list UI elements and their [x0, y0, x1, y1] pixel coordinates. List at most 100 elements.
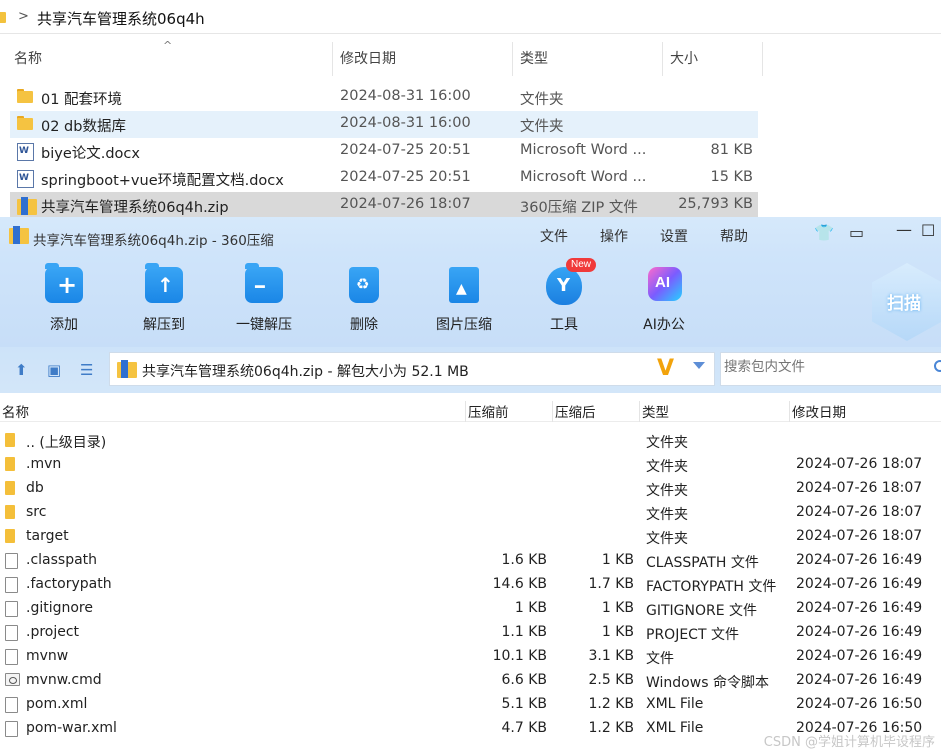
folder-icon	[17, 89, 33, 103]
explorer-row[interactable]: springboot+vue环境配置文档.docx 2024-07-25 20:…	[10, 165, 758, 192]
search-input[interactable]	[724, 359, 924, 375]
list-item[interactable]: .gitignore 1 KB 1 KB GITIGNORE 文件 2024-07-26…	[0, 597, 941, 621]
list-item[interactable]: .factorypath 14.6 KB 1.7 KB FACTORYPATH 文件 2…	[0, 573, 941, 597]
up-arrow-icon[interactable]: ⬆	[15, 361, 28, 379]
row-type: Microsoft Word ...	[520, 142, 647, 158]
list-item[interactable]: .classpath 1.6 KB 1 KB CLASSPATH 文件 2024-07-…	[0, 549, 941, 573]
list-item[interactable]: db 文件夹 2024-07-26 18:07	[0, 477, 941, 501]
column-date-label: 修改日期	[792, 405, 846, 421]
menu-file[interactable]: 文件	[540, 226, 568, 246]
folder-icon	[5, 481, 19, 495]
navigation-bar: ⬆ ▣ ☰ 共享汽车管理系统06q4h.zip - 解包大小为 52.1 MB …	[0, 347, 941, 393]
item-type: GITIGNORE 文件	[646, 603, 758, 619]
v-logo-icon[interactable]: V	[657, 356, 674, 381]
column-type[interactable]: 类型	[514, 42, 663, 76]
thumbnail-view-icon[interactable]: ▣	[47, 361, 61, 379]
explorer-row[interactable]: 共享汽车管理系统06q4h.zip 2024-07-26 18:07 360压缩…	[10, 192, 758, 219]
add-button[interactable]: + 添加	[16, 253, 112, 347]
address-path[interactable]: 共享汽车管理系统06q4h	[37, 8, 205, 29]
search-icon[interactable]	[934, 360, 941, 372]
add-folder-icon: +	[45, 263, 83, 303]
item-type: XML File	[646, 720, 704, 736]
word-doc-icon	[17, 170, 34, 188]
menu-action[interactable]: 操作	[600, 226, 628, 246]
row-type: 360压缩 ZIP 文件	[520, 200, 638, 216]
search-box[interactable]	[720, 352, 941, 386]
row-size: 81 KB	[710, 142, 753, 158]
item-type: CLASSPATH 文件	[646, 555, 759, 571]
column-type[interactable]: 类型	[640, 401, 790, 422]
tools-button[interactable]: Y 工具	[516, 253, 612, 347]
item-size-after: 1.2 KB	[588, 696, 635, 712]
chevron-right-icon[interactable]: >	[18, 9, 29, 24]
zip-icon	[117, 360, 137, 378]
column-name[interactable]: 名称	[8, 42, 333, 76]
list-item[interactable]: pom.xml 5.1 KB 1.2 KB XML File 2024-07-26 16…	[0, 693, 941, 717]
window-title: 共享汽车管理系统06q4h.zip - 360压缩	[33, 233, 274, 249]
address-bar[interactable]: > 共享汽车管理系统06q4h	[0, 4, 941, 34]
ai-icon: AI	[648, 267, 682, 301]
folder-icon	[5, 529, 19, 543]
explorer-row[interactable]: 01 配套环境 2024-08-31 16:00 文件夹	[10, 84, 758, 111]
folder-icon	[5, 457, 19, 471]
list-item[interactable]: target 文件夹 2024-07-26 18:07	[0, 525, 941, 549]
archive-path-box[interactable]: 共享汽车管理系统06q4h.zip - 解包大小为 52.1 MB V	[109, 352, 715, 386]
column-date[interactable]: 修改日期	[790, 401, 941, 422]
column-compressed-before[interactable]: 压缩前	[466, 401, 553, 422]
list-item[interactable]: mvnw 10.1 KB 3.1 KB 文件 2024-07-26 16:49	[0, 645, 941, 669]
dropdown-arrow-icon[interactable]	[693, 362, 705, 369]
column-name[interactable]: 名称	[0, 401, 466, 422]
menu-help[interactable]: 帮助	[720, 226, 748, 246]
list-item[interactable]: .project 1.1 KB 1 KB PROJECT 文件 2024-07-26 1…	[0, 621, 941, 645]
item-date: 2024-07-26 16:49	[796, 552, 923, 568]
scan-label: 扫描	[887, 294, 921, 314]
feedback-icon[interactable]: ▭	[849, 223, 864, 242]
item-size-before: 1.6 KB	[501, 552, 548, 568]
item-type: XML File	[646, 696, 704, 712]
file-icon	[5, 721, 18, 737]
zip-icon	[17, 197, 37, 215]
file-explorer: > 共享汽车管理系统06q4h ^ 名称 修改日期 类型 大小 01 配套环境 …	[0, 0, 941, 219]
explorer-row[interactable]: biye论文.docx 2024-07-25 20:51 Microsoft W…	[10, 138, 758, 165]
row-name: 02 db数据库	[41, 119, 126, 135]
one-click-extract-button[interactable]: ━ 一键解压	[216, 253, 312, 347]
row-type: 文件夹	[520, 92, 564, 108]
watermark: CSDN @学姐计算机毕设程序	[763, 735, 935, 750]
list-item[interactable]: mvnw.cmd 6.6 KB 2.5 KB Windows 命令脚本 2024-07-…	[0, 669, 941, 693]
minimize-icon[interactable]: —	[896, 220, 912, 239]
list-view-icon[interactable]: ☰	[80, 361, 93, 379]
list-item[interactable]: src 文件夹 2024-07-26 18:07	[0, 501, 941, 525]
skin-icon[interactable]: 👕	[814, 223, 834, 242]
scan-button[interactable]: 扫描	[872, 263, 941, 341]
ai-office-button[interactable]: AI AI办公	[616, 253, 712, 347]
column-date[interactable]: 修改日期	[334, 42, 513, 76]
row-type: Microsoft Word ...	[520, 169, 647, 185]
list-item[interactable]: .mvn 文件夹 2024-07-26 18:07	[0, 453, 941, 477]
item-size-after: 3.1 KB	[588, 648, 635, 664]
item-size-before: 1.1 KB	[501, 624, 548, 640]
item-size-before: 1 KB	[514, 600, 547, 616]
delete-button[interactable]: ♻ 删除	[316, 253, 412, 347]
column-size[interactable]: 大小	[664, 42, 763, 76]
item-name: .gitignore	[26, 600, 93, 616]
tools-label: 工具	[550, 317, 578, 333]
column-after-label: 压缩后	[555, 405, 596, 421]
explorer-row[interactable]: 02 db数据库 2024-08-31 16:00 文件夹	[10, 111, 758, 138]
maximize-icon[interactable]: ☐	[921, 221, 935, 240]
row-name: 共享汽车管理系统06q4h.zip	[41, 200, 229, 216]
item-size-after: 1.2 KB	[588, 720, 635, 736]
item-name: mvnw.cmd	[26, 672, 102, 688]
column-compressed-after[interactable]: 压缩后	[553, 401, 640, 422]
extract-folder-icon: ↑	[145, 263, 183, 303]
list-item[interactable]: .. (上级目录) 文件夹	[0, 429, 941, 453]
item-type: 文件夹	[646, 459, 688, 475]
row-date: 2024-07-25 20:51	[340, 142, 471, 158]
one-click-extract-label: 一键解压	[236, 317, 292, 333]
menu-settings[interactable]: 设置	[660, 226, 688, 246]
file-icon	[5, 601, 18, 617]
item-size-after: 1 KB	[601, 600, 634, 616]
folder-icon	[0, 12, 6, 23]
file-icon	[5, 649, 18, 665]
extract-to-button[interactable]: ↑ 解压到	[116, 253, 212, 347]
image-compress-button[interactable]: ▲ 图片压缩	[416, 253, 512, 347]
